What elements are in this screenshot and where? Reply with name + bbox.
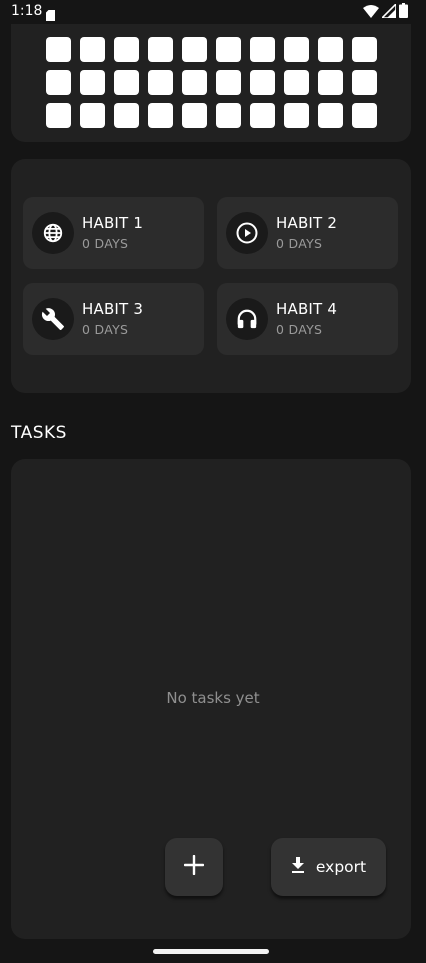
habit-tile-3[interactable]: HABIT 3 0 DAYS [23, 283, 204, 355]
battery-icon [399, 2, 408, 22]
activity-grid-cell [148, 103, 173, 128]
activity-grid-cell [80, 103, 105, 128]
activity-grid-cell [216, 70, 241, 95]
play-circle-icon [226, 212, 268, 254]
activity-grid-cell [284, 37, 309, 62]
empty-tasks-message: No tasks yet [166, 689, 260, 707]
activity-grid-cell [148, 37, 173, 62]
activity-grid-cell [216, 37, 241, 62]
activity-grid-cell [318, 103, 343, 128]
activity-grid-cell [352, 37, 377, 62]
habit-days: 0 DAYS [82, 322, 129, 337]
activity-grid-cell [250, 70, 275, 95]
activity-grid-cell [182, 37, 207, 62]
export-label: export [315, 858, 367, 876]
cellular-signal-icon [380, 1, 397, 22]
wifi-icon [363, 3, 379, 22]
activity-grid-cell [182, 70, 207, 95]
export-button[interactable]: export [271, 838, 386, 896]
status-bar: 1:18 [0, 0, 426, 24]
activity-grid-cell [250, 103, 275, 128]
habit-tile-1[interactable]: HABIT 1 0 DAYS [23, 197, 204, 269]
plus-icon [183, 854, 205, 879]
tasks-section-title: TASKS [11, 423, 67, 443]
habit-days: 0 DAYS [82, 236, 129, 251]
habit-days: 0 DAYS [276, 322, 323, 337]
activity-grid-cell [216, 103, 241, 128]
add-task-button[interactable] [165, 838, 223, 896]
status-indicators [363, 1, 408, 22]
activity-grid-cell [46, 70, 71, 95]
activity-grid-cell [318, 70, 343, 95]
activity-grid-cell [114, 37, 139, 62]
habit-name: HABIT 3 [82, 300, 144, 318]
habit-name: HABIT 2 [276, 214, 338, 232]
activity-grid-cell [46, 37, 71, 62]
habit-name: HABIT 1 [82, 214, 144, 232]
activity-grid-cell [46, 103, 71, 128]
activity-grid [46, 37, 377, 128]
habit-days: 0 DAYS [276, 236, 323, 251]
activity-grid-cell [80, 70, 105, 95]
activity-grid-cell [114, 103, 139, 128]
activity-grid-cell [80, 37, 105, 62]
sd-card-icon [46, 6, 55, 21]
habits-card: HABIT 1 0 DAYS HABIT 2 0 DAYS HABIT 3 0 … [11, 159, 411, 393]
wrench-icon [32, 298, 74, 340]
activity-grid-cell [352, 103, 377, 128]
download-icon [291, 857, 305, 877]
headphones-icon [226, 298, 268, 340]
habit-tile-2[interactable]: HABIT 2 0 DAYS [217, 197, 398, 269]
globe-icon [32, 212, 74, 254]
navigation-gesture-bar[interactable] [153, 949, 269, 954]
activity-grid-cell [318, 37, 343, 62]
habit-tile-4[interactable]: HABIT 4 0 DAYS [217, 283, 398, 355]
activity-grid-cell [284, 103, 309, 128]
status-time: 1:18 [11, 3, 43, 19]
habit-name: HABIT 4 [276, 300, 338, 318]
activity-grid-cell [352, 70, 377, 95]
activity-grid-cell [182, 103, 207, 128]
activity-grid-cell [250, 37, 275, 62]
activity-grid-cell [114, 70, 139, 95]
activity-grid-cell [284, 70, 309, 95]
activity-grid-cell [148, 70, 173, 95]
